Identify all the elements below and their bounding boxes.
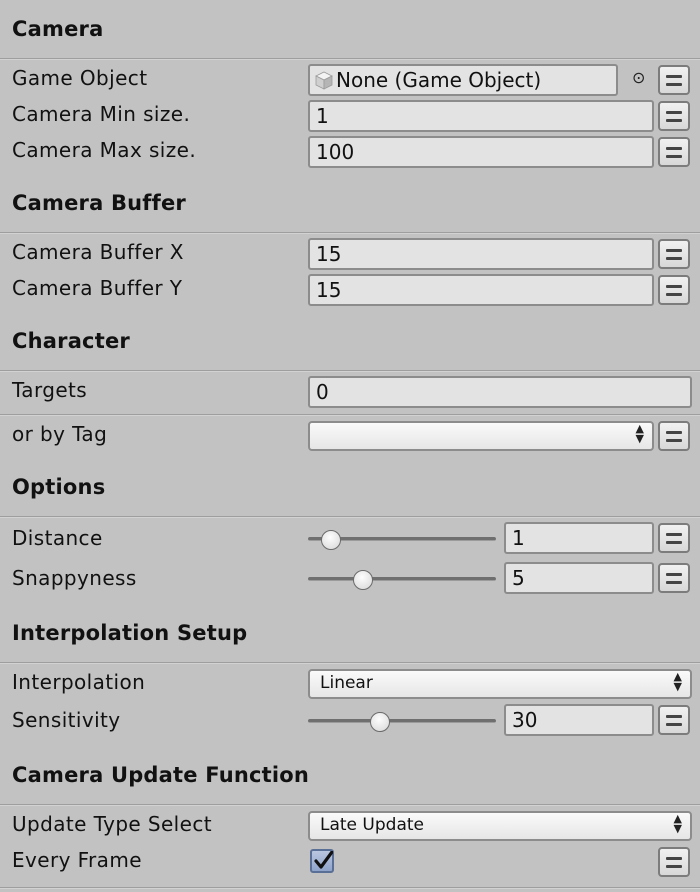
section-divider	[0, 58, 700, 60]
sensitivity-input[interactable]: 30	[504, 704, 654, 736]
tag-dropdown[interactable]: ▲ ▼	[308, 421, 654, 451]
buffer-y-input[interactable]: 15	[308, 274, 654, 306]
distance-slider[interactable]	[308, 523, 496, 555]
max-size-label: Camera Max size.	[12, 138, 197, 162]
row-divider	[0, 414, 700, 416]
targets-count-field[interactable]: 0	[308, 376, 692, 408]
tag-menu-button[interactable]	[658, 421, 690, 451]
slider-track	[308, 577, 496, 581]
section-divider	[0, 232, 700, 234]
section-header-update: Camera Update Function	[12, 763, 310, 787]
update-type-dropdown[interactable]: Late Update ▲ ▼	[308, 811, 692, 841]
dropdown-arrows-icon: ▲ ▼	[673, 670, 682, 693]
game-object-menu-button[interactable]	[658, 65, 690, 95]
slider-thumb[interactable]	[370, 712, 391, 732]
every-frame-label: Every Frame	[12, 848, 142, 872]
update-type-label: Update Type Select	[12, 812, 212, 836]
section-divider	[0, 662, 700, 664]
interpolation-label: Interpolation	[12, 670, 146, 694]
section-header-camera-buffer: Camera Buffer	[12, 191, 186, 215]
section-header-interpolation: Interpolation Setup	[12, 621, 248, 645]
sensitivity-menu-button[interactable]	[658, 705, 690, 735]
sensitivity-slider[interactable]	[308, 705, 496, 737]
buffer-y-menu-button[interactable]	[658, 275, 690, 305]
min-size-menu-button[interactable]	[658, 101, 690, 131]
snappyness-input[interactable]: 5	[504, 562, 654, 594]
section-divider	[0, 804, 700, 806]
section-header-camera: Camera	[12, 17, 104, 41]
buffer-x-label: Camera Buffer X	[12, 240, 184, 264]
max-size-menu-button[interactable]	[658, 137, 690, 167]
dropdown-arrows-icon: ▲ ▼	[635, 422, 644, 445]
by-tag-label: or by Tag	[12, 422, 108, 446]
interpolation-dropdown[interactable]: Linear ▲ ▼	[308, 669, 692, 699]
interpolation-dropdown-value: Linear	[320, 673, 373, 693]
every-frame-checkbox[interactable]	[310, 849, 334, 873]
slider-track	[308, 719, 496, 723]
sensitivity-label: Sensitivity	[12, 708, 121, 732]
object-picker-icon[interactable]: ⊙	[632, 68, 645, 87]
max-size-input[interactable]: 100	[308, 136, 654, 168]
section-header-character: Character	[12, 329, 130, 353]
snappyness-label: Snappyness	[12, 566, 137, 590]
targets-label: Targets	[12, 378, 88, 402]
min-size-input[interactable]: 1	[308, 100, 654, 132]
snappyness-slider[interactable]	[308, 563, 496, 595]
section-divider	[0, 516, 700, 518]
section-header-options: Options	[12, 475, 106, 499]
every-frame-menu-button[interactable]	[658, 847, 690, 877]
game-object-cube-icon	[315, 71, 333, 90]
min-size-label: Camera Min size.	[12, 102, 191, 126]
buffer-x-menu-button[interactable]	[658, 239, 690, 269]
game-object-label: Game Object	[12, 66, 148, 90]
section-divider	[0, 370, 700, 372]
snappyness-menu-button[interactable]	[658, 563, 690, 593]
game-object-field[interactable]: None (Game Object)	[308, 64, 618, 96]
distance-input[interactable]: 1	[504, 522, 654, 554]
buffer-x-input[interactable]: 15	[308, 238, 654, 270]
distance-menu-button[interactable]	[658, 523, 690, 553]
slider-thumb[interactable]	[353, 570, 374, 590]
checkmark-icon	[314, 851, 333, 869]
buffer-y-label: Camera Buffer Y	[12, 276, 183, 300]
update-type-dropdown-value: Late Update	[320, 815, 424, 835]
section-divider	[0, 887, 700, 889]
distance-label: Distance	[12, 526, 103, 550]
dropdown-arrows-icon: ▲ ▼	[673, 812, 682, 835]
game-object-value: None (Game Object)	[336, 68, 542, 92]
slider-thumb[interactable]	[321, 530, 342, 550]
